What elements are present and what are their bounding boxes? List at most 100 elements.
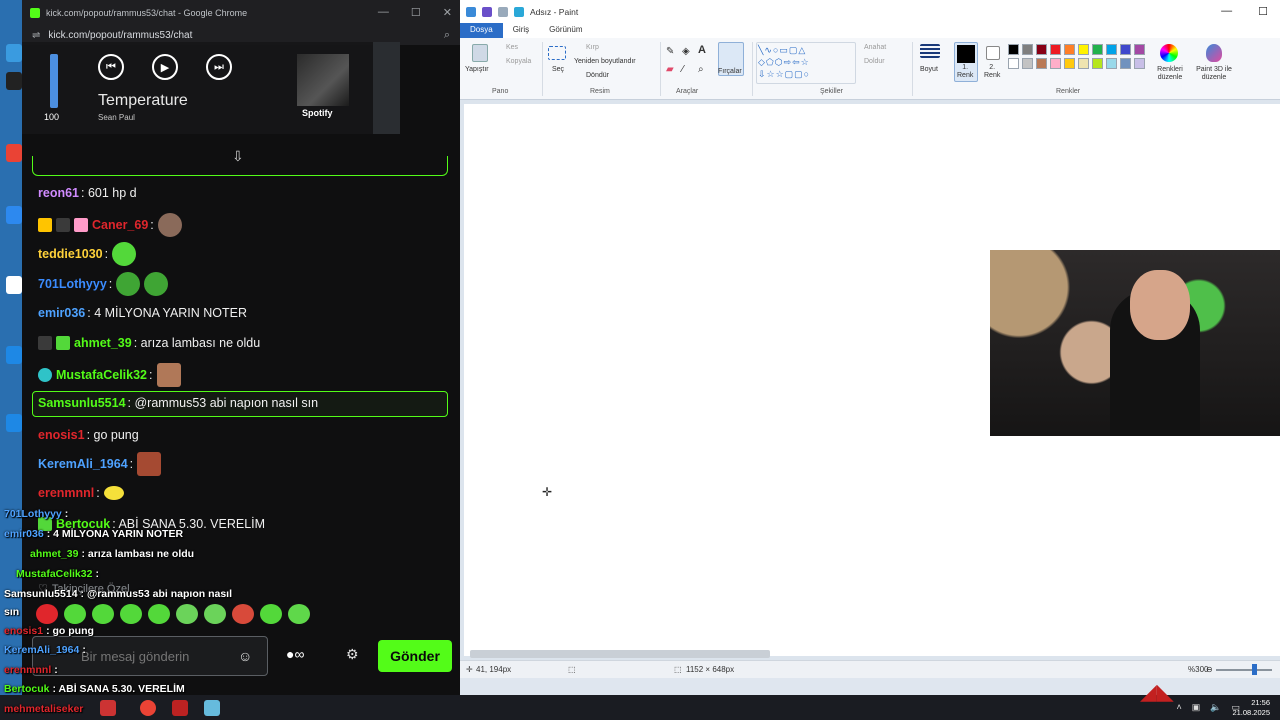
- emote-icon[interactable]: [148, 604, 170, 624]
- emote-icon[interactable]: [204, 604, 226, 624]
- desktop-app-icon[interactable]: [6, 72, 22, 90]
- minimize-button[interactable]: —: [1221, 5, 1232, 18]
- emote-icon[interactable]: [64, 604, 86, 624]
- site-info-icon[interactable]: ⇌: [32, 30, 40, 41]
- chat-username[interactable]: MustafaCelik32: [56, 368, 147, 382]
- close-button[interactable]: ✕: [443, 6, 452, 19]
- palette-color-swatch[interactable]: [1134, 58, 1145, 69]
- maximize-button[interactable]: ☐: [411, 6, 421, 19]
- send-button[interactable]: Gönder: [378, 640, 452, 672]
- paste-icon[interactable]: [472, 44, 488, 62]
- play-button[interactable]: ▶: [152, 54, 178, 80]
- desktop-app-icon[interactable]: [6, 414, 22, 432]
- chat-username[interactable]: KeremAli_1964: [38, 457, 128, 471]
- desktop-app-icon[interactable]: [6, 346, 22, 364]
- chat-username[interactable]: 701Lothyyy: [38, 277, 107, 291]
- cut-button[interactable]: Kes: [506, 44, 518, 51]
- emote-icon[interactable]: [176, 604, 198, 624]
- save-icon[interactable]: [482, 6, 492, 17]
- emote-icon[interactable]: [260, 604, 282, 624]
- size-icon[interactable]: [920, 44, 940, 58]
- volume-icon[interactable]: 🔈: [1210, 702, 1221, 713]
- eraser-icon[interactable]: ▰: [666, 64, 674, 75]
- fill-button[interactable]: Doldur: [864, 58, 885, 65]
- rotate-button[interactable]: Döndür: [586, 72, 609, 79]
- network-icon[interactable]: ▣: [1192, 702, 1201, 713]
- zoom-slider-thumb[interactable]: [1252, 664, 1257, 675]
- chrome-icon[interactable]: [6, 144, 22, 162]
- tab-home[interactable]: Giriş: [503, 23, 539, 38]
- chevron-up-icon[interactable]: ˄: [1176, 702, 1181, 713]
- chat-username[interactable]: Samsunlu5514: [38, 396, 126, 410]
- palette-color-swatch[interactable]: [1078, 58, 1089, 69]
- palette-color-swatch[interactable]: [1008, 44, 1019, 55]
- palette-color-swatch[interactable]: [1092, 58, 1103, 69]
- paint3d-button[interactable]: Paint 3D ile düzenle: [1190, 66, 1238, 82]
- color2-swatch[interactable]: [986, 46, 1000, 60]
- edit-colors-icon[interactable]: [1160, 44, 1178, 62]
- volume-slider[interactable]: [50, 54, 58, 108]
- chrome-icon[interactable]: [140, 700, 156, 716]
- palette-color-swatch[interactable]: [1050, 44, 1061, 55]
- select-button[interactable]: Seç: [552, 66, 564, 73]
- resize-button[interactable]: Yeniden boyutlandır: [574, 58, 636, 65]
- palette-color-swatch[interactable]: [1120, 58, 1131, 69]
- taskbar-app-icon[interactable]: [172, 700, 188, 716]
- pencil-icon[interactable]: ✎: [666, 46, 674, 57]
- palette-color-swatch[interactable]: [1106, 44, 1117, 55]
- magnifier-icon[interactable]: ⌕: [698, 64, 704, 75]
- shapes-gallery[interactable]: ╲∿○▭▢△ ◇⬠⬡⇨⇦☆ ⇩☆☆▢▢○: [756, 42, 856, 84]
- chat-username[interactable]: erenmnnl: [38, 486, 94, 500]
- chat-username[interactable]: reon61: [38, 186, 79, 200]
- zoom-icon[interactable]: ⌕: [444, 29, 450, 42]
- emote-icon[interactable]: [232, 604, 254, 624]
- size-button[interactable]: Boyut: [920, 66, 938, 73]
- fill-bucket-icon[interactable]: ◈: [682, 46, 690, 57]
- clock[interactable]: 21:56 21.08.2025: [1232, 698, 1270, 718]
- redo-icon[interactable]: [514, 6, 524, 17]
- maximize-button[interactable]: ☐: [1258, 5, 1268, 18]
- zoom-slider[interactable]: [1216, 669, 1272, 671]
- desktop-app-icon[interactable]: [6, 206, 22, 224]
- gear-icon[interactable]: ⚙: [346, 646, 359, 663]
- brushes-button[interactable]: Fırçalar: [718, 68, 742, 75]
- palette-color-swatch[interactable]: [1008, 58, 1019, 69]
- palette-color-swatch[interactable]: [1064, 58, 1075, 69]
- palette-color-swatch[interactable]: [1022, 44, 1033, 55]
- chat-username[interactable]: enosis1: [38, 428, 85, 442]
- edit-colors-button[interactable]: Renkleri düzenle: [1152, 66, 1188, 82]
- color-picker-icon[interactable]: ⁄: [682, 64, 684, 75]
- palette-color-swatch[interactable]: [1022, 58, 1033, 69]
- emote-icon[interactable]: [36, 604, 58, 624]
- palette-color-swatch[interactable]: [1134, 44, 1145, 55]
- desktop-app-icon[interactable]: [6, 276, 22, 294]
- chat-username[interactable]: ahmet_39: [74, 336, 132, 350]
- kick-points-icon[interactable]: ●∞: [286, 646, 304, 662]
- emote-icon[interactable]: [120, 604, 142, 624]
- scroll-down-icon[interactable]: ⇩: [232, 148, 244, 165]
- chat-username[interactable]: Caner_69: [92, 218, 148, 232]
- palette-color-swatch[interactable]: [1036, 58, 1047, 69]
- previous-track-button[interactable]: ⏮: [98, 54, 124, 80]
- outline-button[interactable]: Anahat: [864, 44, 886, 51]
- horizontal-scrollbar[interactable]: [470, 650, 770, 658]
- chat-username[interactable]: emir036: [38, 306, 85, 320]
- next-track-button[interactable]: ⏭: [206, 54, 232, 80]
- crop-button[interactable]: Kırp: [586, 44, 599, 51]
- desktop-app-icon[interactable]: [6, 44, 22, 62]
- palette-color-swatch[interactable]: [1120, 44, 1131, 55]
- undo-icon[interactable]: [498, 6, 508, 17]
- chat-username[interactable]: teddie1030: [38, 247, 103, 261]
- emote-icon[interactable]: [288, 604, 310, 624]
- palette-color-swatch[interactable]: [1106, 58, 1117, 69]
- select-icon[interactable]: [548, 46, 566, 60]
- taskbar-app-icon[interactable]: [100, 700, 116, 716]
- paste-button[interactable]: Yapıştır: [465, 66, 489, 73]
- palette-color-swatch[interactable]: [1050, 58, 1061, 69]
- emoji-picker-icon[interactable]: ☺: [238, 648, 252, 664]
- emote-icon[interactable]: [92, 604, 114, 624]
- palette-color-swatch[interactable]: [1064, 44, 1075, 55]
- palette-color-swatch[interactable]: [1092, 44, 1103, 55]
- palette-color-swatch[interactable]: [1036, 44, 1047, 55]
- tab-view[interactable]: Görünüm: [539, 23, 592, 38]
